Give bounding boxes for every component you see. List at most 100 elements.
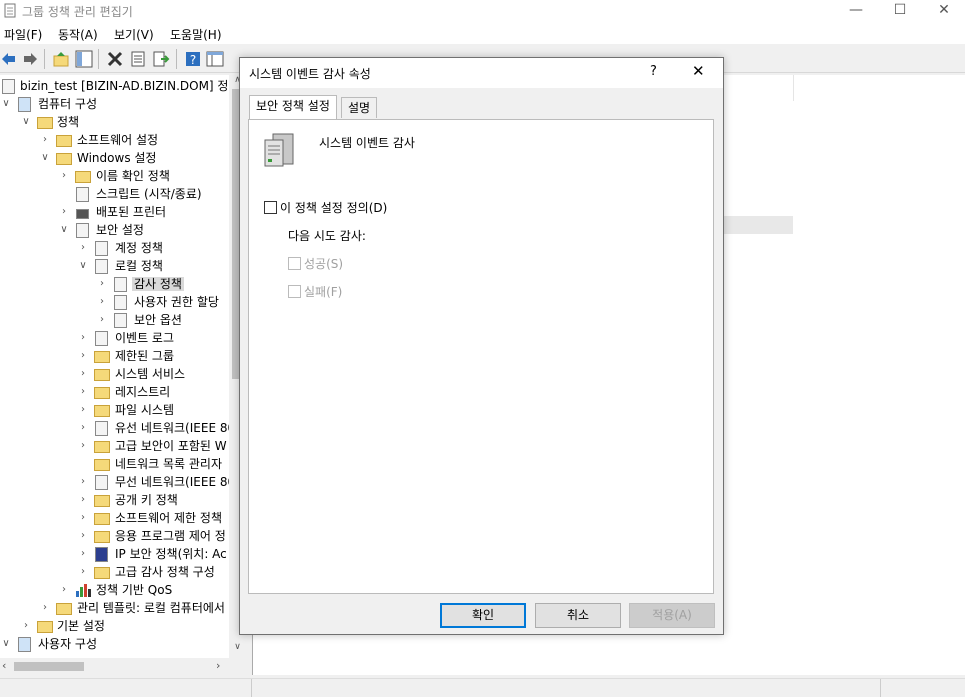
maximize-icon[interactable]: ☐ (877, 0, 923, 22)
export-list-icon[interactable] (152, 50, 170, 68)
folder-icon (94, 531, 110, 543)
folder-icon (56, 153, 72, 165)
tree-audit-policy[interactable]: › 감사 정책 (0, 275, 184, 293)
scroll-right-icon[interactable]: › (216, 659, 220, 672)
policy-icon (95, 241, 108, 256)
console-icon[interactable] (206, 50, 224, 68)
app-icon (4, 3, 16, 18)
tree-admin-templates[interactable]: › 관리 템플릿: 로컬 컴퓨터에서 (0, 599, 225, 617)
folder-lock-icon (94, 351, 110, 363)
tree-software-settings[interactable]: › 소프트웨어 설정 (0, 131, 158, 149)
define-policy-label[interactable]: 이 정책 설정 정의(D) (280, 199, 387, 216)
tree-advanced-firewall[interactable]: › 고급 보안이 포함된 W (0, 437, 227, 455)
tree-local-policies[interactable]: ∨ 로컬 정책 (0, 257, 163, 275)
user-icon (18, 637, 31, 652)
tree-wireless-network[interactable]: › 무선 네트워크(IEEE 80 (0, 473, 235, 491)
folder-icon (94, 495, 110, 507)
properties-icon[interactable] (129, 50, 147, 68)
back-arrow-icon[interactable] (0, 50, 18, 68)
help-icon[interactable]: ? (184, 50, 202, 68)
tree-windows-settings[interactable]: ∨ Windows 설정 (0, 149, 156, 167)
tab-panel: 시스템 이벤트 감사 이 정책 설정 정의(D) 다음 시도 감사: 성공(S)… (248, 119, 714, 594)
tree-name-resolution[interactable]: › 이름 확인 정책 (0, 167, 170, 185)
close-icon[interactable]: ✕ (921, 0, 965, 22)
scroll-down-icon[interactable]: ∨ (232, 642, 243, 654)
tree-qos[interactable]: › 정책 기반 QoS (0, 581, 172, 599)
scroll-left-icon[interactable]: ‹ (2, 659, 6, 672)
qos-chart-icon (76, 584, 91, 597)
tree-registry[interactable]: › 레지스트리 (0, 383, 170, 401)
tab-explain[interactable]: 설명 (341, 97, 378, 118)
folder-lock-icon (94, 405, 110, 417)
dialog-help-button[interactable]: ? (650, 64, 657, 79)
failure-checkbox[interactable] (288, 285, 301, 298)
audit-properties-dialog: 시스템 이벤트 감사 속성 ? ✕ 보안 정책 설정 설명 시스템 이벤트 감사… (239, 57, 724, 635)
forward-arrow-icon[interactable] (21, 50, 39, 68)
details-row-highlight[interactable] (723, 216, 793, 234)
tree-user-config[interactable]: ∨ 사용자 구성 (0, 635, 97, 653)
tree-system-services[interactable]: › 시스템 서비스 (0, 365, 185, 383)
menu-file[interactable]: 파일(F) (4, 26, 42, 43)
tree-wired-network[interactable]: › 유선 네트워크(IEEE 80 (0, 419, 235, 437)
menu-action[interactable]: 동작(A) (58, 26, 98, 43)
policy-icon (114, 295, 127, 310)
show-hide-tree-icon[interactable] (75, 50, 93, 68)
success-label[interactable]: 성공(S) (304, 255, 343, 272)
tree-policies[interactable]: ∨ 정책 (0, 113, 79, 131)
tree-scripts[interactable]: 스크립트 (시작/종료) (0, 185, 202, 203)
policy-icon (95, 259, 108, 274)
success-checkbox[interactable] (288, 257, 301, 270)
policy-name: 시스템 이벤트 감사 (319, 136, 415, 150)
folder-icon (56, 135, 72, 147)
tree-public-key[interactable]: › 공개 키 정책 (0, 491, 178, 509)
folder-lock-icon (94, 387, 110, 399)
up-folder-icon[interactable] (52, 50, 70, 68)
wireless-icon (95, 475, 108, 490)
hscroll-thumb[interactable] (14, 662, 84, 671)
ip-security-icon (95, 547, 108, 562)
folder-icon (56, 603, 72, 615)
ok-button[interactable]: 확인 (440, 603, 526, 628)
tree-file-system[interactable]: › 파일 시스템 (0, 401, 174, 419)
policy-icon (114, 277, 127, 292)
folder-icon (94, 459, 110, 471)
delete-icon[interactable] (106, 50, 124, 68)
dialog-title-bar: 시스템 이벤트 감사 속성 ? ✕ (240, 58, 723, 88)
folder-icon (37, 117, 53, 129)
minimize-icon[interactable]: — (833, 0, 879, 22)
tree-preferences[interactable]: › 기본 설정 (0, 617, 105, 635)
tree-advanced-audit[interactable]: › 고급 감사 정책 구성 (0, 563, 215, 581)
tree-root[interactable]: bizin_test [BIZIN-AD.BIZIN.DOM] 정책 (0, 77, 240, 95)
svg-text:?: ? (190, 53, 196, 67)
dialog-title: 시스템 이벤트 감사 속성 (249, 67, 371, 81)
tab-security-policy[interactable]: 보안 정책 설정 (249, 95, 337, 119)
tree-security-settings[interactable]: ∨ 보안 설정 (0, 221, 144, 239)
folder-icon (37, 621, 53, 633)
policy-icon (95, 331, 108, 346)
tree-network-list[interactable]: 네트워크 목록 관리자 (0, 455, 222, 473)
menu-view[interactable]: 보기(V) (114, 26, 154, 43)
status-bar (0, 678, 965, 697)
tree-security-options[interactable]: › 보안 옵션 (0, 311, 182, 329)
menu-help[interactable]: 도움말(H) (170, 26, 222, 43)
tree-event-log[interactable]: › 이벤트 로그 (0, 329, 174, 347)
failure-label[interactable]: 실패(F) (304, 283, 342, 300)
policy-icon (114, 313, 127, 328)
tree-account-policies[interactable]: › 계정 정책 (0, 239, 163, 257)
folder-icon (94, 513, 110, 525)
tree-software-restriction[interactable]: › 소프트웨어 제한 정책 (0, 509, 222, 527)
tree-horizontal-scrollbar[interactable]: ‹ › (0, 658, 246, 675)
tree-restricted-groups[interactable]: › 제한된 그룹 (0, 347, 174, 365)
define-policy-checkbox[interactable] (264, 201, 277, 214)
tree-app-control[interactable]: › 응용 프로그램 제어 정 (0, 527, 226, 545)
printer-icon (76, 209, 89, 219)
tree-pane: bizin_test [BIZIN-AD.BIZIN.DOM] 정책 ∨ 컴퓨터… (0, 75, 246, 658)
audit-heading: 다음 시도 감사: (288, 229, 366, 243)
tree-computer-config[interactable]: ∨ 컴퓨터 구성 (0, 95, 97, 113)
cancel-button[interactable]: 취소 (535, 603, 621, 628)
dialog-close-icon[interactable]: ✕ (692, 62, 705, 80)
tree-deployed-printers[interactable]: › 배포된 프린터 (0, 203, 166, 221)
apply-button[interactable]: 적용(A) (629, 603, 715, 628)
tree-user-rights[interactable]: › 사용자 권한 할당 (0, 293, 219, 311)
tree-ip-security[interactable]: › IP 보안 정책(위치: Ac (0, 545, 227, 563)
